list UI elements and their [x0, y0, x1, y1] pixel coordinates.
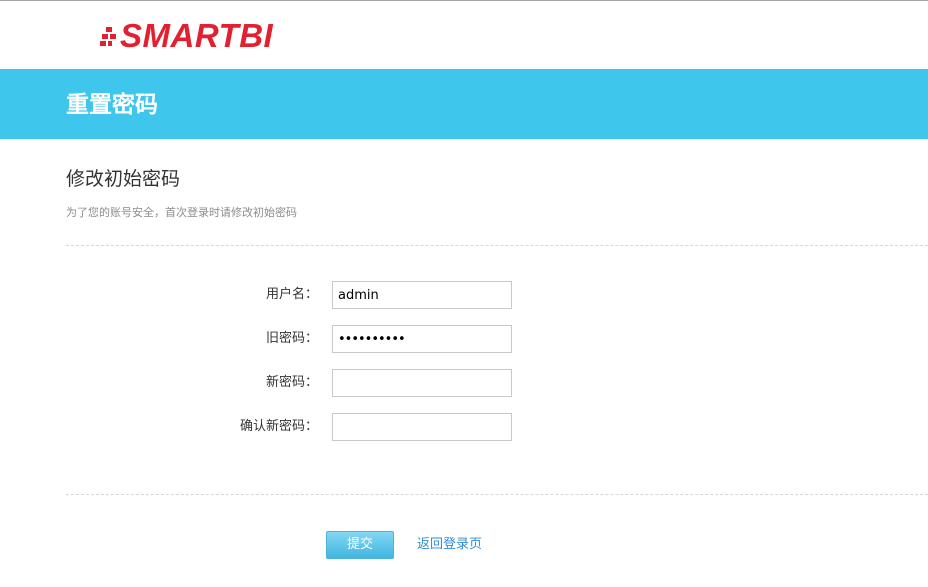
logo-text: SMARTBI: [120, 17, 274, 54]
smartbi-logo: SMARTBI: [100, 18, 273, 54]
divider-top: [66, 245, 928, 246]
submit-button[interactable]: 提交: [326, 531, 394, 559]
confirm-password-row: 确认新密码：: [0, 413, 928, 441]
new-password-input[interactable]: [332, 369, 512, 397]
old-password-row: 旧密码：: [0, 325, 928, 353]
username-input[interactable]: [332, 281, 512, 309]
pixel-mark-icon: [100, 27, 116, 46]
username-row: 用户名：: [0, 281, 928, 309]
confirm-password-label: 确认新密码：: [239, 419, 318, 434]
username-label: 用户名：: [265, 287, 318, 302]
new-password-label: 新密码：: [265, 375, 318, 390]
divider-bottom: [66, 494, 928, 495]
section-hint: 为了您的账号安全，首次登录时请修改初始密码: [66, 206, 297, 219]
back-to-login-link[interactable]: 返回登录页: [417, 536, 482, 554]
page-title: 重置密码: [66, 92, 158, 118]
old-password-input[interactable]: [332, 325, 512, 353]
page-banner: 重置密码: [0, 69, 928, 139]
confirm-password-input[interactable]: [332, 413, 512, 441]
top-border: [0, 0, 928, 1]
old-password-label: 旧密码：: [265, 331, 318, 346]
section-title: 修改初始密码: [66, 168, 181, 190]
new-password-row: 新密码：: [0, 369, 928, 397]
